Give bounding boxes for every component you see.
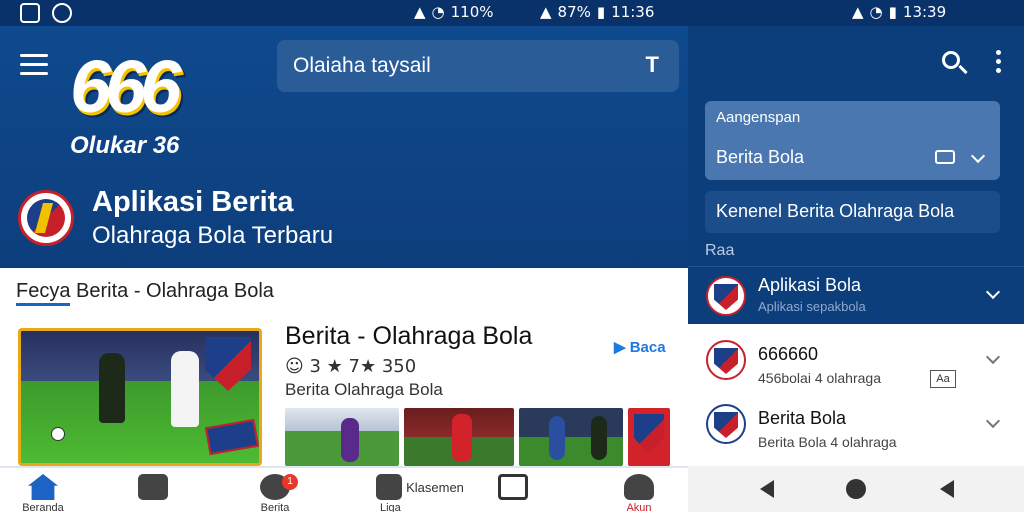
- nav-league-extra: Klasemen: [406, 479, 464, 495]
- list-item-subtitle: 456bolai 4 olahraga: [758, 370, 881, 386]
- app-header: 666 Olukar 36 Olaiaha taysail T Aplikasi…: [0, 26, 688, 268]
- notification-badge: 1: [282, 474, 298, 490]
- square-icon: [498, 474, 528, 500]
- store-icon: [376, 474, 403, 500]
- search-placeholder: Olaiaha taysail: [293, 54, 431, 77]
- club-badge-icon: [205, 337, 251, 391]
- more-options-icon[interactable]: [994, 50, 1002, 77]
- clock-2: 13:39: [902, 3, 947, 21]
- chevron-down-icon: [985, 284, 1001, 300]
- chevron-down-icon: [985, 349, 1001, 365]
- category-dropdown[interactable]: Aangenspan Berita Bola: [705, 101, 1000, 180]
- tag-icon: [935, 150, 955, 164]
- hero-title: Aplikasi Berita: [92, 186, 294, 218]
- category-dropdown-label: Aangenspan: [716, 109, 801, 126]
- breadcrumb-prefix: Fecya: [16, 280, 71, 306]
- nav-account-label: Akun: [626, 502, 652, 512]
- menu-icon[interactable]: [20, 54, 48, 76]
- category-dropdown-value: Berita Bola: [716, 147, 805, 167]
- status-percent-1: 110%: [450, 3, 494, 21]
- text-size-icon[interactable]: Aa: [930, 370, 956, 388]
- clock-1: 11:36: [611, 3, 655, 21]
- wifi-icon: ◔: [431, 3, 445, 21]
- status-percent-2: 87%: [557, 3, 591, 21]
- battery-icon-2: ▮: [888, 3, 897, 21]
- battery-icon: ▮: [596, 3, 606, 21]
- nav-home-label: Beranda: [22, 502, 64, 512]
- gallery-image-2[interactable]: [404, 408, 514, 466]
- article-meta: ☺ 3 ★ 7★ 350: [285, 356, 417, 377]
- side-panel: Aangenspan Berita Bola Kenenel Berita Ol…: [688, 26, 1024, 466]
- list-item-subtitle: Berita Bola 4 olahraga: [758, 434, 897, 450]
- home-icon: [28, 474, 58, 500]
- nav-news[interactable]: 1 Berita: [240, 472, 310, 512]
- notification-icon: [20, 3, 40, 23]
- list-item-subtitle: Aplikasi sepakbola: [758, 299, 866, 314]
- recent-apps-icon[interactable]: [940, 480, 954, 498]
- list-item-title: 666660: [758, 344, 819, 364]
- read-more-link[interactable]: ▶ Baca: [614, 338, 666, 356]
- system-navigation: [688, 466, 1024, 512]
- read-more-label: Baca: [629, 339, 666, 356]
- search-icon[interactable]: [942, 50, 968, 77]
- nav-home[interactable]: Beranda: [8, 472, 78, 512]
- chevron-down-icon: [970, 148, 986, 164]
- nav-shield[interactable]: [118, 472, 188, 512]
- nav-news-label: Berita: [260, 502, 290, 512]
- list-item[interactable]: 666660 456bolai 4 olahraga Aa: [688, 330, 1024, 392]
- nav-square[interactable]: [478, 472, 548, 512]
- list-item-title: Aplikasi Bola: [758, 275, 862, 295]
- club-crest-icon: [706, 404, 746, 444]
- signal-icon: ▲: [414, 3, 426, 21]
- article-title[interactable]: Berita - Olahraga Bola: [285, 322, 532, 351]
- gallery-image-1[interactable]: [285, 408, 399, 466]
- bottom-navigation: Beranda 1 Berita Klasemen Liga Akun: [0, 466, 688, 512]
- home-button-icon[interactable]: [846, 479, 866, 499]
- logo-number: 666: [70, 45, 181, 128]
- channel-dropdown-value: Kenenel Berita Olahraga Bola: [716, 201, 955, 221]
- breadcrumb[interactable]: Fecya Berita - Olahraga Bola: [16, 280, 274, 306]
- shield-icon: [138, 474, 168, 500]
- status-bar: ▲ ◔ 110% ▲ 87% ▮ 11:36 ▲ ◔ ▮ 13:39: [0, 0, 1024, 26]
- side-panel-list: 666660 456bolai 4 olahraga Aa Berita Bol…: [688, 324, 1024, 466]
- sync-icon: [52, 3, 72, 23]
- nav-league[interactable]: Klasemen Liga: [370, 472, 470, 512]
- person-icon: [624, 474, 654, 500]
- nav-league-label: Liga: [380, 502, 401, 512]
- article-thumbnail[interactable]: [18, 328, 262, 466]
- search-input[interactable]: Olaiaha taysail T: [277, 40, 679, 92]
- club-crest-icon: [706, 276, 746, 316]
- channel-dropdown[interactable]: Kenenel Berita Olahraga Bola: [705, 191, 1000, 233]
- gallery-image-3[interactable]: [519, 408, 623, 466]
- list-item[interactable]: Aplikasi Bola Aplikasi sepakbola: [688, 266, 1024, 324]
- signal-icon-2: ▲: [540, 3, 552, 21]
- nav-account[interactable]: Akun: [604, 472, 674, 512]
- content-area: Fecya Berita - Olahraga Bola Berita - Ol…: [0, 268, 688, 466]
- team-crest-icon: [18, 190, 74, 246]
- club-crest-icon: [706, 340, 746, 380]
- hero-subtitle: Olahraga Bola Terbaru: [92, 222, 334, 249]
- main-app: 666 Olukar 36 Olaiaha taysail T Aplikasi…: [0, 26, 688, 466]
- section-label: Raa: [705, 242, 735, 259]
- list-item[interactable]: Berita Bola Berita Bola 4 olahraga: [688, 394, 1024, 456]
- side-panel-header: Aangenspan Berita Bola Kenenel Berita Ol…: [688, 26, 1024, 324]
- article-description: Berita Olahraga Bola: [285, 380, 443, 399]
- logo-subtitle: Olukar 36: [70, 132, 180, 159]
- list-item-title: Berita Bola: [758, 408, 847, 428]
- breadcrumb-text: Berita - Olahraga Bola: [76, 280, 274, 302]
- signal-icon-3: ▲: [852, 3, 864, 21]
- filter-icon[interactable]: T: [646, 52, 659, 78]
- chevron-down-icon: [985, 413, 1001, 429]
- gallery-image-4[interactable]: [628, 408, 670, 466]
- back-icon[interactable]: [760, 480, 774, 498]
- wifi-icon-2: ◔: [869, 3, 883, 21]
